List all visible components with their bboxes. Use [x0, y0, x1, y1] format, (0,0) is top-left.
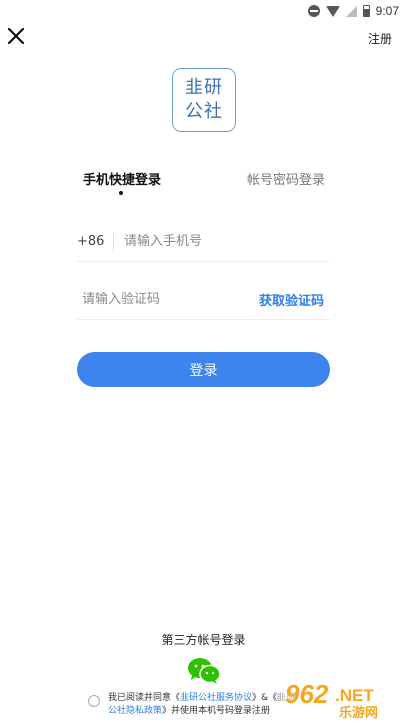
logo-line-2: 公社	[185, 101, 223, 122]
tab-phone-login[interactable]: 手机快捷登录	[83, 169, 161, 188]
wifi-icon	[325, 5, 340, 17]
watermark-domain: .NET	[335, 686, 374, 705]
watermark-site-name: 乐游网	[339, 705, 378, 721]
close-button[interactable]	[6, 26, 26, 46]
get-code-button[interactable]: 获取验证码	[259, 290, 324, 309]
signal-icon	[345, 5, 357, 17]
phone-field-row: +86	[77, 222, 330, 262]
watermark-number: 962	[285, 679, 329, 709]
service-agreement-link[interactable]: 韭研公社服务协议	[180, 693, 252, 703]
site-watermark: 962 .NET 乐游网	[279, 679, 401, 721]
do-not-disturb-icon	[307, 5, 320, 17]
agreement-text: 我已阅读并同意《韭研公社服务协议》&《韭研公社隐私政策》并使用本机号码登录注册	[108, 692, 298, 720]
active-tab-indicator	[119, 191, 123, 195]
country-code[interactable]: +86	[77, 234, 107, 249]
status-time: 9:07	[375, 4, 399, 18]
code-field-row: 获取验证码	[77, 280, 330, 320]
login-button[interactable]: 登录	[77, 352, 330, 387]
app-logo: 韭研 公社	[172, 68, 236, 132]
register-link[interactable]: 注册	[368, 30, 392, 47]
agreement-section: 我已阅读并同意《韭研公社服务协议》&《韭研公社隐私政策》并使用本机号码登录注册	[88, 692, 300, 722]
agreement-checkbox[interactable]	[88, 695, 100, 707]
battery-icon	[362, 5, 370, 17]
close-icon	[7, 27, 25, 45]
wechat-login-button[interactable]	[187, 657, 221, 685]
country-code-divider	[113, 232, 114, 251]
logo-line-1: 韭研	[185, 77, 223, 98]
tab-account-login[interactable]: 帐号密码登录	[247, 169, 325, 188]
agreement-suffix: 》并使用本机号码登录注册	[162, 706, 271, 716]
agreement-prefix: 我已阅读并同意《	[108, 693, 181, 703]
verification-code-input[interactable]	[77, 292, 259, 307]
wechat-icon	[188, 658, 221, 684]
third-party-login-label: 第三方帐号登录	[161, 633, 246, 647]
status-bar: 9:07	[0, 0, 407, 22]
phone-input[interactable]	[124, 234, 330, 249]
